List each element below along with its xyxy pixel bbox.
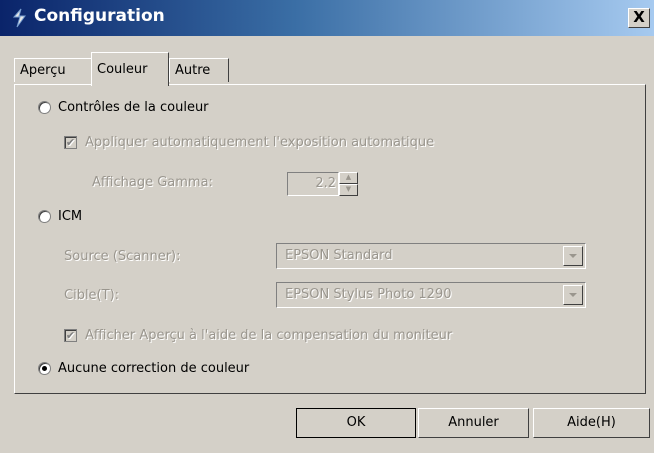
- color-controls-option[interactable]: Contrôles de la couleur: [38, 100, 209, 115]
- gamma-value: 2.2: [315, 176, 336, 191]
- help-button[interactable]: Aide(H): [533, 408, 650, 438]
- window-title: Configuration: [34, 6, 165, 26]
- auto-exposure-label: Appliquer automatiquement l'exposition a…: [85, 135, 435, 150]
- target-label: Cible(T):: [64, 288, 119, 303]
- icm-label: ICM: [58, 209, 83, 224]
- epson-scan-icon: [12, 8, 26, 28]
- source-value: EPSON Standard: [285, 248, 393, 263]
- target-label-text: Cible(T):: [64, 288, 120, 303]
- color-controls-radio[interactable]: [38, 101, 51, 114]
- title-bar: Configuration X: [0, 0, 654, 36]
- source-label-text: Source (Scanner):: [64, 249, 181, 264]
- gamma-input[interactable]: 2.2: [287, 172, 339, 196]
- gamma-stepper[interactable]: ▲ ▼: [339, 172, 358, 196]
- no-correction-option[interactable]: Aucune correction de couleur: [38, 361, 249, 376]
- cancel-label: Annuler: [448, 415, 499, 430]
- auto-exposure-checkbox[interactable]: ✔: [64, 136, 77, 149]
- tab-label: Aperçu: [20, 63, 66, 78]
- gamma-label-text: Affichage Gamma:: [92, 175, 213, 190]
- ok-button[interactable]: OK: [296, 408, 416, 438]
- spin-down-icon[interactable]: ▼: [339, 184, 358, 196]
- chevron-down-icon[interactable]: [563, 285, 583, 305]
- monitor-compensation-label: Afficher Aperçu à l'aide de la compensat…: [85, 328, 453, 343]
- chevron-down-icon[interactable]: [563, 246, 583, 266]
- auto-exposure-option[interactable]: ✔ Appliquer automatiquement l'exposition…: [64, 135, 434, 150]
- monitor-compensation-option[interactable]: ✔ Afficher Aperçu à l'aide de la compens…: [64, 328, 452, 343]
- target-select[interactable]: EPSON Stylus Photo 1290: [276, 282, 586, 308]
- close-icon: X: [633, 8, 645, 26]
- icm-option[interactable]: ICM: [38, 209, 82, 224]
- no-correction-label: Aucune correction de couleur: [58, 361, 250, 376]
- tab-label: Couleur: [97, 62, 148, 77]
- spin-up-icon[interactable]: ▲: [339, 172, 358, 184]
- tab-apercu[interactable]: Aperçu: [14, 58, 92, 82]
- tab-autre[interactable]: Autre: [169, 58, 229, 82]
- tab-label: Autre: [175, 63, 211, 78]
- cancel-button[interactable]: Annuler: [418, 408, 529, 438]
- color-controls-label: Contrôles de la couleur: [58, 100, 209, 115]
- help-label: Aide(H): [567, 415, 616, 430]
- gamma-label: Affichage Gamma:: [92, 175, 213, 190]
- icm-radio[interactable]: [38, 210, 51, 223]
- no-correction-radio[interactable]: [38, 362, 51, 375]
- tab-couleur[interactable]: Couleur: [91, 52, 169, 86]
- target-value: EPSON Stylus Photo 1290: [285, 287, 452, 302]
- close-button[interactable]: X: [628, 8, 650, 28]
- source-label: Source (Scanner):: [64, 249, 181, 264]
- ok-label: OK: [346, 415, 366, 430]
- color-settings-panel: [14, 84, 646, 394]
- monitor-compensation-checkbox[interactable]: ✔: [64, 329, 77, 342]
- source-select[interactable]: EPSON Standard: [276, 243, 586, 269]
